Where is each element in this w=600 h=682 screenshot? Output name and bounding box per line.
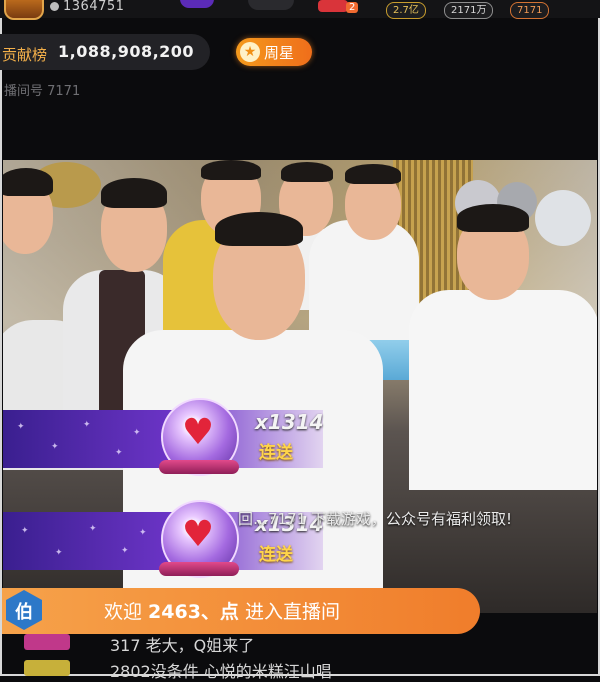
crystal-ball-base xyxy=(159,460,239,474)
gift-combo-label: 连送 xyxy=(259,545,293,565)
sparkle-icon: ✦ xyxy=(89,524,97,534)
welcome-badge-char: 伯 xyxy=(15,602,33,623)
gift-combo-label: 连送 xyxy=(259,443,293,463)
heart-icon: ♥ xyxy=(181,514,215,555)
top-menu-pill[interactable] xyxy=(248,0,294,10)
host-avatar[interactable] xyxy=(4,0,44,20)
system-notice: 回…7171 下载游戏，公众号有福利领取! xyxy=(238,510,512,528)
sparkle-icon: ✦ xyxy=(21,526,29,536)
gift-combo-banner: ✦ ✦ ✦ ✦ ✦ ♥ x1314 连送 xyxy=(3,398,324,476)
sparkle-icon: ✦ xyxy=(139,528,147,538)
video-balloon xyxy=(535,190,591,246)
rank-badge-gold[interactable]: 2.7亿 xyxy=(386,2,426,19)
contribution-value: 1,088,908,200 xyxy=(58,42,195,61)
chat-message-text: 317 老大，Q姐来了 xyxy=(110,636,255,655)
viewer-icon xyxy=(50,2,59,11)
viewer-count: 1364751 xyxy=(50,0,124,14)
sparkle-icon: ✦ xyxy=(51,442,59,452)
gift-multiplier: x1314 xyxy=(255,410,324,434)
contribution-label: 贡献榜 xyxy=(2,46,48,64)
user-level-badge xyxy=(24,660,70,676)
gift-count-badge: 2 xyxy=(346,2,359,13)
chat-message-text: 2802没条件 心悦的米糕汪山唱 xyxy=(110,662,332,681)
viewer-count-value: 1364751 xyxy=(63,0,125,14)
welcome-username: 2463、点 xyxy=(148,601,239,623)
sparkle-icon: ✦ xyxy=(17,422,25,432)
user-level-badge xyxy=(24,634,70,650)
sparkle-icon: ✦ xyxy=(55,548,63,558)
gift-icon[interactable]: 2 xyxy=(318,0,364,16)
sparkle-icon: ✦ xyxy=(115,448,123,458)
crystal-ball-base xyxy=(159,562,239,576)
follow-button[interactable] xyxy=(180,0,214,8)
sparkle-icon: ✦ xyxy=(133,428,141,438)
welcome-prefix: 欢迎 xyxy=(104,601,149,623)
gift-box-icon xyxy=(318,0,348,12)
week-star-label: 周星 xyxy=(264,44,295,62)
rank-badge-grey[interactable]: 2171万 xyxy=(444,2,494,19)
sparkle-icon: ✦ xyxy=(121,546,129,556)
welcome-rank-badge: 伯 xyxy=(4,590,44,630)
sparkle-icon: ✦ xyxy=(83,420,91,430)
week-star-button[interactable]: ★ 周星 xyxy=(236,38,312,66)
room-id: 播间号 7171 xyxy=(4,84,81,99)
heart-icon: ♥ xyxy=(181,412,215,453)
welcome-suffix: 进入直播间 xyxy=(238,601,340,623)
star-icon: ★ xyxy=(240,42,260,62)
rank-badge-orange[interactable]: 7171 xyxy=(510,2,550,19)
welcome-message: 欢迎 2463、点 进入直播间 xyxy=(104,597,340,624)
chat-message[interactable]: 317 老大，Q姐来了 xyxy=(0,632,600,655)
chat-message[interactable]: 2802没条件 心悦的米糕汪山唱 xyxy=(0,658,600,681)
